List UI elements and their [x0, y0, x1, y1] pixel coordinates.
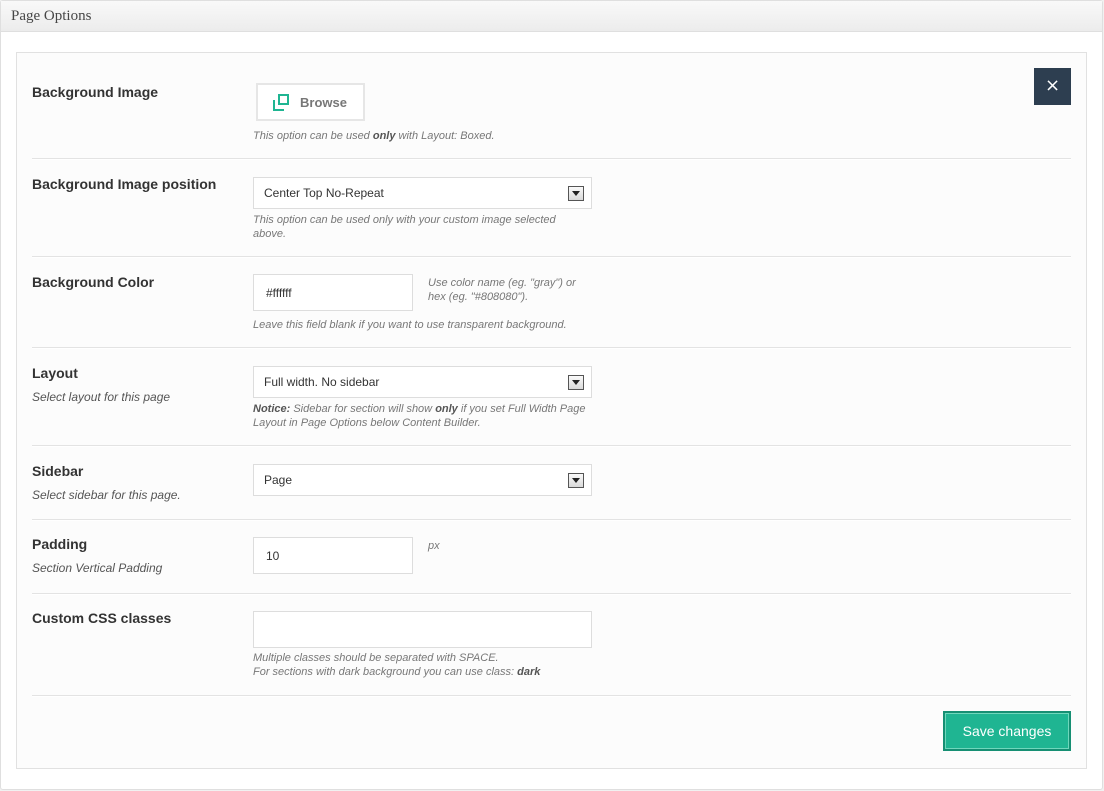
box-header[interactable]: Page Options: [1, 1, 1102, 32]
padding-input[interactable]: 10: [253, 537, 413, 574]
divider: [32, 519, 1071, 521]
layout-notice: Notice: Sidebar for section will show on…: [253, 403, 586, 429]
close-icon: ×: [1044, 75, 1061, 96]
browse-button[interactable]: Browse: [256, 83, 365, 121]
browse-label: Browse: [300, 95, 347, 110]
background-position-value: Center Top No-Repeat: [264, 186, 384, 200]
background-position-label: Background Image position: [32, 176, 217, 192]
sidebar-select[interactable]: Page: [253, 464, 592, 496]
background-color-label: Background Color: [32, 274, 155, 290]
background-color-desc: Leave this field blank if you want to us…: [253, 319, 567, 331]
layout-value: Full width. No sidebar: [264, 375, 380, 389]
sidebar-value: Page: [264, 473, 293, 487]
layout-select[interactable]: Full width. No sidebar: [253, 366, 592, 398]
background-image-desc: This option can be used only with Layout…: [253, 130, 495, 142]
background-color-hint: Use color name (eg. "gray") or hex (eg. …: [428, 277, 576, 303]
divider: [32, 347, 1071, 349]
save-changes-button[interactable]: Save changes: [943, 711, 1071, 751]
chevron-down-icon[interactable]: [568, 473, 584, 488]
background-color-input[interactable]: #ffffff: [253, 274, 413, 311]
layout-label: Layout: [32, 365, 78, 381]
background-position-desc: This option can be used only with your c…: [253, 214, 556, 240]
background-position-select[interactable]: Center Top No-Repeat: [253, 177, 592, 209]
custom-css-label: Custom CSS classes: [32, 610, 172, 626]
padding-label: Padding: [32, 536, 88, 552]
divider: [32, 445, 1071, 447]
chevron-down-icon[interactable]: [568, 375, 584, 390]
divider: [32, 158, 1071, 160]
browse-icon: [273, 94, 289, 111]
layout-sublabel: Select layout for this page: [32, 390, 171, 404]
sidebar-label: Sidebar: [32, 463, 84, 479]
chevron-down-icon[interactable]: [568, 186, 584, 201]
divider: [32, 256, 1071, 258]
close-button[interactable]: ×: [1034, 68, 1071, 105]
padding-unit: px: [428, 540, 440, 552]
custom-css-input[interactable]: [253, 611, 592, 648]
background-image-label: Background Image: [32, 84, 159, 100]
divider: [32, 593, 1071, 595]
sidebar-sublabel: Select sidebar for this page.: [32, 488, 181, 502]
box-title: Page Options: [11, 8, 92, 24]
divider: [32, 695, 1071, 697]
padding-sublabel: Section Vertical Padding: [32, 561, 163, 575]
custom-css-desc: Multiple classes should be separated wit…: [253, 652, 541, 678]
